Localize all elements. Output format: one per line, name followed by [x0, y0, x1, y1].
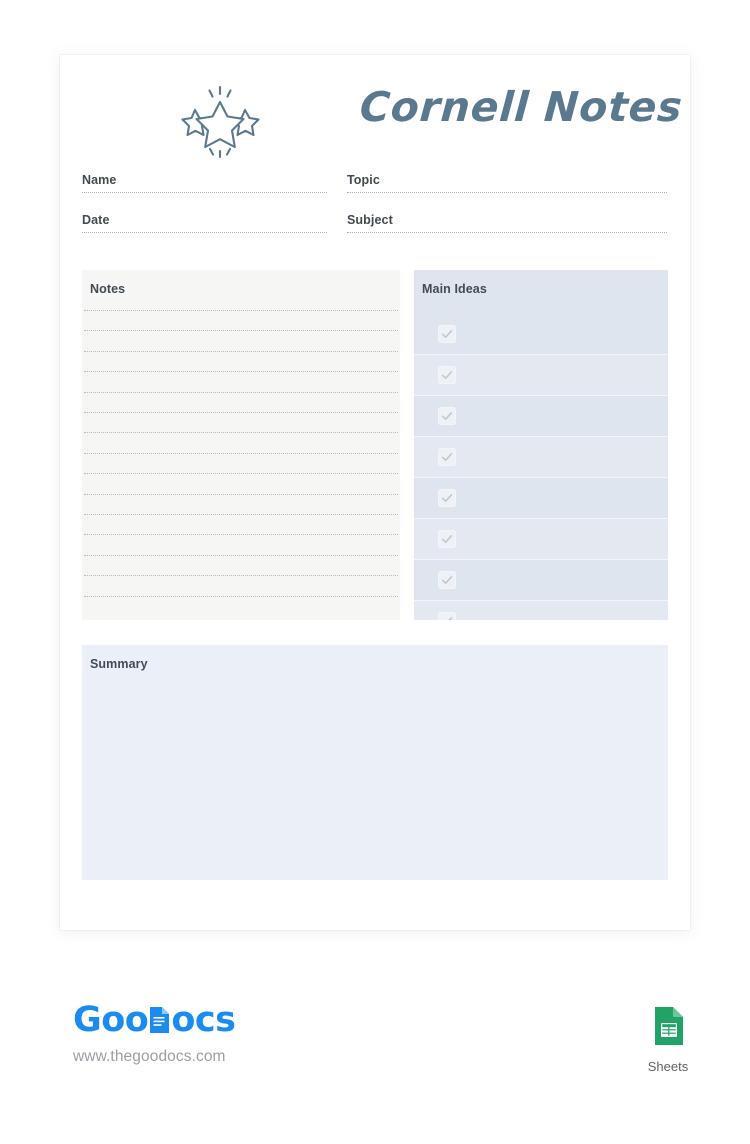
brand-text-goo: Goo	[73, 999, 149, 1040]
main-idea-row[interactable]	[414, 313, 668, 354]
checkmark-icon[interactable]	[438, 571, 456, 589]
subject-label: Subject	[347, 213, 393, 227]
main-ideas-panel[interactable]: Main Ideas	[414, 270, 668, 620]
subject-field[interactable]: Subject	[347, 213, 667, 233]
summary-panel[interactable]: Summary	[82, 645, 668, 880]
date-input-rule[interactable]	[82, 232, 327, 233]
notes-line[interactable]	[84, 310, 398, 311]
notes-line[interactable]	[84, 473, 398, 475]
main-ideas-rows	[414, 270, 668, 620]
notes-line[interactable]	[84, 452, 398, 454]
notes-line[interactable]	[84, 412, 398, 413]
google-sheets-badge[interactable]: Sheets	[645, 1003, 691, 1074]
notes-line[interactable]	[84, 391, 398, 393]
notes-line[interactable]	[84, 432, 398, 434]
topic-input-rule[interactable]	[347, 192, 667, 193]
document-page: Cornell Notes Name Topic Date Subject No…	[60, 55, 690, 930]
name-label: Name	[82, 173, 117, 187]
main-idea-row[interactable]	[414, 600, 668, 620]
date-label: Date	[82, 213, 110, 227]
name-field[interactable]: Name	[82, 173, 327, 193]
main-idea-row[interactable]	[414, 395, 668, 436]
notes-line[interactable]	[84, 554, 398, 556]
checkmark-icon[interactable]	[438, 366, 456, 384]
notes-line[interactable]	[84, 514, 398, 515]
topic-field[interactable]: Topic	[347, 173, 667, 193]
subject-input-rule[interactable]	[347, 232, 667, 233]
notes-writing-lines[interactable]	[82, 310, 400, 620]
topic-label: Topic	[347, 173, 380, 187]
main-ideas-heading: Main Ideas	[422, 282, 487, 296]
checkmark-icon[interactable]	[438, 407, 456, 425]
notes-line[interactable]	[84, 595, 398, 597]
notes-line[interactable]	[84, 371, 398, 373]
date-field[interactable]: Date	[82, 213, 327, 233]
brand-url[interactable]: www.thegoodocs.com	[73, 1048, 235, 1066]
goodocs-brand[interactable]: Goo ocs www.thegoodocs.com	[73, 999, 236, 1066]
document-header: Cornell Notes	[60, 55, 690, 175]
main-idea-row[interactable]	[414, 518, 668, 559]
page-footer: Goo ocs www.thegoodocs.com Sheets	[0, 985, 750, 1095]
notes-line[interactable]	[84, 330, 398, 332]
document-icon	[149, 1006, 170, 1034]
notes-heading: Notes	[90, 282, 126, 296]
field-row-1: Name Topic	[82, 173, 668, 193]
google-sheets-icon	[655, 1007, 683, 1045]
page-title: Cornell Notes	[358, 83, 685, 131]
notes-line[interactable]	[84, 534, 398, 536]
brand-text-ocs: ocs	[171, 999, 236, 1040]
field-row-2: Date Subject	[82, 213, 668, 233]
checkmark-icon[interactable]	[438, 530, 456, 548]
checkmark-icon[interactable]	[438, 489, 456, 507]
checkmark-icon[interactable]	[438, 324, 456, 343]
name-input-rule[interactable]	[82, 192, 327, 193]
three-stars-icon	[172, 80, 268, 162]
main-idea-row[interactable]	[414, 436, 668, 477]
notes-line[interactable]	[84, 493, 398, 495]
main-idea-row[interactable]	[414, 354, 668, 395]
main-idea-row[interactable]	[414, 477, 668, 518]
form-fields: Name Topic Date Subject	[82, 173, 668, 253]
notes-panel[interactable]: Notes	[82, 270, 400, 620]
goodocs-logo: Goo ocs	[73, 999, 236, 1040]
notes-line[interactable]	[84, 350, 398, 352]
main-idea-row[interactable]	[414, 559, 668, 600]
checkmark-icon[interactable]	[438, 612, 456, 620]
summary-heading: Summary	[90, 657, 148, 671]
notes-and-ideas-section: Notes Main Ideas	[82, 270, 668, 620]
sheets-label: Sheets	[647, 1059, 689, 1074]
notes-line[interactable]	[84, 575, 398, 577]
checkmark-icon[interactable]	[438, 448, 456, 466]
